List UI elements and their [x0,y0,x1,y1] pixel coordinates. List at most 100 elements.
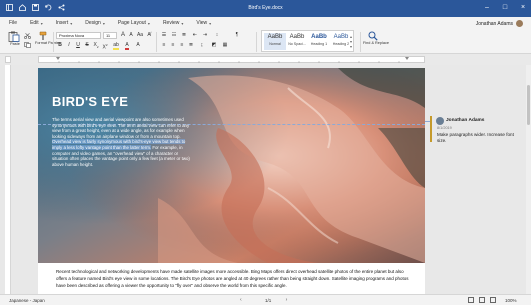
minimize-icon[interactable]: – [483,3,491,12]
comment-card[interactable]: Jonathan Adams 8/1/2019 Make paragraphs … [430,115,526,155]
align-left-icon[interactable]: ≡ [160,42,168,49]
superscript-button[interactable]: X2 [101,42,109,51]
document-heading[interactable]: BIRD'S EYE [52,95,192,108]
chevron-down-icon: ▾ [181,20,184,26]
menu-view[interactable]: View ▾ [196,20,211,26]
word-app: Bird's Eye.docx – □ × File Edit ▾ Insert ▾… [0,0,531,305]
numbering-icon[interactable]: ☷ [170,32,178,39]
font-name-select[interactable]: Proxima Nova [56,32,101,39]
maximize-icon[interactable]: □ [501,3,509,12]
chevron-down-icon: ▾ [102,20,105,26]
chevron-down-icon: ▾ [40,20,43,26]
style-heading-1[interactable]: AaBb Heading 1 [308,33,330,50]
clear-format-icon[interactable]: A̸ [145,32,153,39]
ruler-row [0,54,531,65]
decrease-indent-icon[interactable]: ⇤ [191,32,199,39]
horizontal-ruler[interactable] [38,56,425,63]
avatar [516,20,523,27]
user-account[interactable]: Jonathan Adams [476,20,523,27]
view-buttons [468,297,496,303]
read-mode-icon[interactable] [490,297,496,303]
align-center-icon[interactable]: ≡ [169,42,177,49]
window-controls: – □ × [483,3,527,12]
window-title: Bird's Eye.docx [248,5,283,11]
subscript-button[interactable]: X2 [92,42,100,49]
format-painter-button[interactable]: Format Painter [35,31,60,45]
text-overlay[interactable]: BIRD'S EYE The terms aerial view and aer… [52,95,192,167]
styles-scroll-icon[interactable]: ▴ ▾ ▾ [350,34,352,49]
ribbon-divider [156,32,157,52]
vertical-scrollbar[interactable] [526,65,531,294]
font-color-icon[interactable]: A [123,42,131,50]
body-paragraph[interactable]: Recent technological and networking deve… [56,268,416,290]
print-layout-icon[interactable] [468,297,474,303]
style-normal[interactable]: AaBb Normal [264,33,286,50]
title-bar: Bird's Eye.docx – □ × [0,0,531,17]
underline-button[interactable]: U [74,42,82,49]
grow-font-icon[interactable]: A [119,32,127,39]
ribbon-divider [256,32,257,52]
strikethrough-button[interactable]: S [83,42,91,49]
sort-icon[interactable]: ↕ [213,32,221,39]
line-spacing-icon[interactable]: ↨ [198,42,206,49]
scissors-icon [24,33,31,39]
shrink-font-icon[interactable]: A [127,32,135,39]
menu-design[interactable]: Design ▾ [85,20,105,26]
magnifier-icon [368,31,378,41]
menu-edit[interactable]: Edit ▾ [30,20,43,26]
justify-icon[interactable]: ≣ [187,42,195,49]
ribbon-divider [360,32,361,52]
user-name: Jonathan Adams [475,20,513,27]
paste-button[interactable]: Paste [8,31,22,46]
find-replace-button[interactable]: Find & Replace [363,31,389,45]
page-navigation: ‹ › [240,297,287,303]
chevron-down-icon: ▾ [147,20,150,26]
italic-button[interactable]: I [65,42,73,49]
styles-gallery: AaBb Normal AaBb No Spaci... AaBb Headin… [261,30,354,52]
next-page-icon[interactable]: › [286,297,288,303]
menu-review[interactable]: Review ▾ [163,20,183,26]
web-layout-icon[interactable] [479,297,485,303]
menu-insert[interactable]: Insert ▾ [56,20,73,26]
change-case-icon[interactable]: Aa [136,32,144,39]
vertical-ruler[interactable] [5,65,11,294]
menu-file[interactable]: File [9,20,17,26]
font-size-select[interactable]: 11 [103,32,117,39]
borders-icon[interactable]: ▦ [221,42,229,49]
previous-page-icon[interactable]: ‹ [240,297,242,303]
comment-avatar [436,117,444,125]
pilcrow-icon[interactable]: ¶ [233,32,241,39]
tab-selector-icon[interactable] [5,56,11,63]
text-effects-icon[interactable]: A [134,42,142,49]
highlight-color-icon[interactable]: ab [112,42,120,50]
shading-icon[interactable]: ◩ [210,42,218,49]
bold-button[interactable]: B [56,42,64,49]
ribbon-divider [53,32,54,52]
status-bar: Japanese - Japan ‹ › 1/1 100% [0,294,531,305]
document-canvas: BIRD'S EYE The terms aerial view and aer… [0,65,531,294]
style-no-spacing[interactable]: AaBb No Spaci... [286,33,308,50]
cut-button[interactable] [24,33,31,41]
clipboard-icon [8,31,20,42]
document-page[interactable]: BIRD'S EYE The terms aerial view and aer… [38,68,425,294]
scrollbar-thumb[interactable] [527,85,530,125]
zoom-level[interactable]: 100% [505,298,517,303]
bullets-icon[interactable]: ☰ [160,32,168,39]
intro-paragraph[interactable]: The terms aerial view and aerial viewpoi… [52,117,192,167]
copy-icon [24,42,31,48]
menu-page-layout[interactable]: Page Layout ▾ [118,20,150,26]
menu-bar: File Edit ▾ Insert ▾ Design ▾ Page Layout ▾ … [0,17,531,29]
comment-time: 8/1/2019 [437,126,452,130]
chevron-down-icon: ▾ [209,20,212,26]
page-indicator: 1/1 [265,298,272,303]
language-indicator[interactable]: Japanese - Japan [9,298,45,303]
paintbrush-icon [39,31,47,40]
copy-button[interactable] [24,42,31,50]
multilevel-list-icon[interactable]: ≣ [180,32,188,39]
style-heading-2[interactable]: AaBb Heading 2 [330,33,352,50]
ruler-ticks [56,57,409,63]
close-icon[interactable]: × [519,3,527,12]
increase-indent-icon[interactable]: ⇥ [201,32,209,39]
comment-author: Jonathan Adams [446,118,485,123]
align-right-icon[interactable]: ≡ [178,42,186,49]
